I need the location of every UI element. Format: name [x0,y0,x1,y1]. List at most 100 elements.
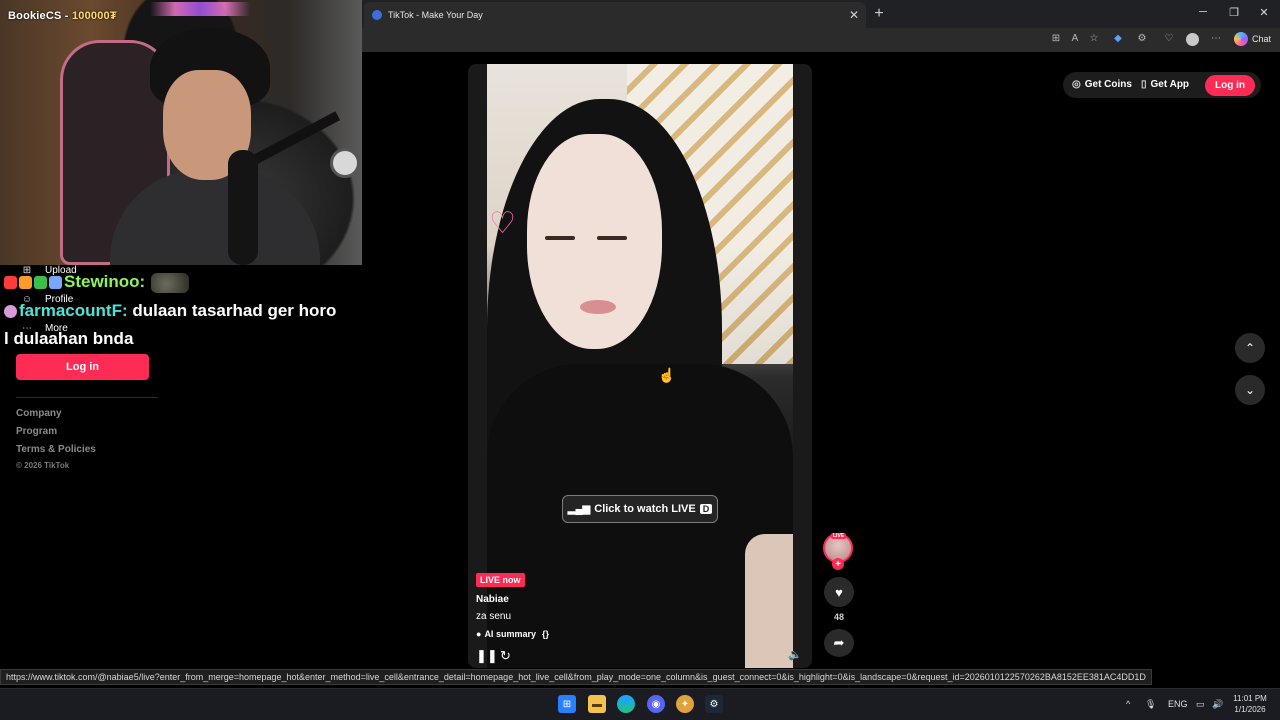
video-description: za senu [476,611,512,622]
stream-title-amount: 100000₮ [71,10,117,22]
chevron-down-icon: ⌄ [1244,383,1256,397]
chevron-up-icon: ⌃ [1244,341,1256,355]
chat-badge-icon [19,276,32,290]
pause-icon[interactable]: ❚❚ [476,648,498,664]
start-menu-icon[interactable]: ⊞ [558,695,576,713]
language-indicator[interactable]: ENG [1168,699,1188,709]
windows-taskbar [0,688,1280,720]
camera-disc-icon [330,148,360,178]
ai-summary-button[interactable]: ● AI summary {} [476,629,549,639]
video-eye [597,236,627,240]
like-button[interactable]: ♥ [824,577,854,607]
heart-sticker-icon: ♡ [489,207,516,240]
chat-message: Stewinoo: [4,272,190,293]
chat-badge-icon [34,276,47,290]
chat-text: dulaan tasarhad ger horo [127,301,337,320]
browser-essentials-icon[interactable]: ♡ [1162,33,1176,44]
get-coins-button[interactable]: ◎ Get Coins [1072,79,1132,90]
minimize-button[interactable]: ─ [1195,6,1211,18]
watch-live-button[interactable]: ▂▄▆ Click to watch LIVE D [562,495,718,523]
discord-icon[interactable]: ◉ [647,695,665,713]
video-face [527,134,662,349]
sidebar-login-button[interactable]: Log in [16,354,149,380]
volume-tray-icon[interactable]: 🔊 [1212,699,1223,710]
new-tab-button[interactable]: + [870,5,888,23]
video-arm [745,534,793,668]
read-aloud-icon[interactable]: A [1068,33,1082,44]
window-close-button[interactable]: ✕ [1256,6,1272,19]
extension-icon[interactable]: ◆ [1111,33,1125,44]
signal-bars-icon: ▂▄▆ [567,503,591,515]
ai-chat-icon: ● [476,629,482,639]
sidebar-link-program[interactable]: Program [16,426,57,437]
chat-message: l dulaahan bnda [4,329,133,349]
chat-badge-icon [4,276,17,290]
share-icon: ➦ [833,635,845,650]
chat-badge-icon [49,276,62,290]
video-username[interactable]: Nabiae [476,594,509,605]
phone-icon: ▯ [1141,79,1147,90]
sidebar-divider [16,397,158,398]
follow-plus-icon[interactable]: + [832,558,844,570]
video-lips [580,300,616,314]
browser-tab[interactable]: TikTok - Make Your Day ✕ [364,2,866,28]
next-video-button[interactable]: ⌄ [1235,375,1265,405]
ai-summary-label: AI summary [484,629,536,639]
video-eye [545,236,575,240]
sidebar-link-company[interactable]: Company [16,408,62,419]
copilot-icon[interactable] [1234,32,1248,46]
heart-icon: ♥ [835,584,843,600]
tab-title: TikTok - Make Your Day [388,10,483,20]
copyright-text: © 2026 TikTok [16,461,70,470]
steam-icon[interactable]: ⚙ [705,695,723,713]
chat-message: farmacountF: dulaan tasarhad ger horo [4,301,336,321]
restore-button[interactable]: ❐ [1226,6,1242,19]
tab-close-icon[interactable]: ✕ [846,8,862,22]
browser-tabbar: TikTok - Make Your Day ✕ + [362,0,1280,28]
header-login-button[interactable]: Log in [1205,75,1255,96]
ai-summary-braces: {} [541,629,549,639]
live-video[interactable]: ♡ [487,64,793,668]
led-lights [150,2,250,16]
tray-overflow-icon[interactable]: ^ [1126,699,1130,709]
share-button[interactable]: ➦ [824,629,854,657]
get-app-label: Get App [1150,79,1190,90]
volume-icon[interactable]: 🔈 [788,648,802,661]
file-explorer-icon[interactable]: ▬ [588,695,606,713]
tiktok-favicon-icon [372,10,382,20]
live-now-badge: LIVE now [476,573,525,587]
get-coins-label: Get Coins [1084,79,1132,90]
cat-emote-icon [151,272,190,293]
edge-browser-icon[interactable] [617,695,635,713]
get-app-button[interactable]: ▯ Get App [1141,79,1189,90]
stream-title-name: BookieCS - [8,10,72,22]
app-available-icon[interactable]: ⊞ [1049,33,1063,44]
watch-live-label: Click to watch LIVE [594,503,696,515]
refresh-icon[interactable]: ↻ [500,648,511,664]
shortcut-key: D [699,504,713,514]
settings-more-icon[interactable]: ⋯ [1209,33,1223,44]
sidebar-link-terms[interactable]: Terms & Policies [16,444,96,455]
clock-date: 1/1/2026 [1234,705,1266,714]
chat-username: Stewinoo: [64,272,146,291]
taskbar-clock[interactable]: 11:01 PM 1/1/2026 [1232,693,1268,715]
like-count: 48 [833,612,844,622]
avatar-live-tag: LIVE [831,533,847,539]
copilot-chat-label[interactable]: Chat [1252,34,1271,44]
extensions-puzzle-icon[interactable]: ⚙ [1135,33,1149,44]
previous-video-button[interactable]: ⌃ [1235,333,1265,363]
chat-username: farmacountF: [19,301,128,320]
network-icon[interactable]: ▭ [1196,699,1205,710]
clock-time: 11:01 PM [1233,694,1267,703]
favorite-star-icon[interactable]: ☆ [1087,33,1101,44]
microphone-tray-icon[interactable]: 🎙 [1145,699,1156,710]
streamer-webcam: BookieCS - 100000₮ [0,0,362,265]
app-icon[interactable]: ✦ [676,695,694,713]
hand-cursor-icon: ☝ [658,367,676,383]
microphone [228,150,258,265]
coin-icon: ◎ [1072,79,1081,90]
stream-title: BookieCS - 100000₮ [8,10,117,22]
chat-text: l dulaahan bnda [4,329,134,348]
profile-avatar-icon[interactable] [1186,33,1199,46]
chat-badge-icon [4,305,17,319]
